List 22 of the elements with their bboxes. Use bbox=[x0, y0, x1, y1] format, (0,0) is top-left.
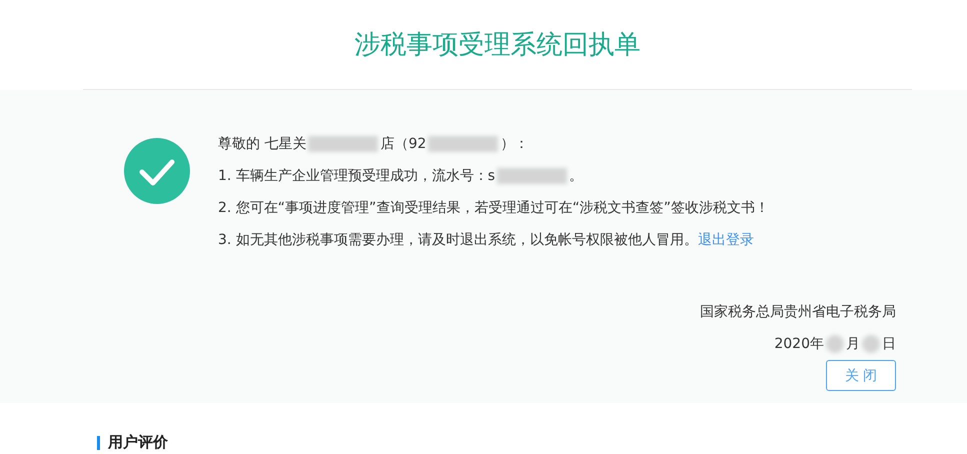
greeting-text: 店（92 bbox=[380, 135, 426, 153]
message-text: 2. 您可在“事项进度管理”查询受理结果，若受理通过可在“涉税文书查签”签收涉税文书！ bbox=[218, 199, 769, 217]
issuer-text: 国家税务总局贵州省电子税务局 bbox=[700, 303, 896, 322]
logout-link[interactable]: 退出登录 bbox=[698, 231, 754, 249]
redaction-blur bbox=[826, 335, 844, 353]
message-text: 1. 车辆生产企业管理预受理成功，流水号：s bbox=[218, 167, 496, 185]
success-check-icon bbox=[124, 138, 190, 204]
greeting-text: ）： bbox=[500, 135, 528, 153]
redaction-blur bbox=[308, 136, 378, 152]
redaction-blur bbox=[862, 335, 880, 353]
date-text: 日 bbox=[882, 335, 896, 353]
message-text: 。 bbox=[569, 167, 584, 185]
message-text: 3. 如无其他涉税事项需要办理，请及时退出系统，以免帐号权限被他人冒用。 bbox=[218, 231, 698, 249]
redaction-blur bbox=[497, 168, 568, 184]
date-text: 月 bbox=[846, 335, 860, 353]
close-button[interactable]: 关 闭 bbox=[826, 360, 896, 391]
redaction-blur bbox=[428, 136, 498, 152]
page-title: 涉税事项受理系统回执单 bbox=[354, 29, 640, 62]
section-title: 用户评价 bbox=[108, 433, 168, 452]
date-text: 2020年 bbox=[774, 335, 824, 353]
section-marker bbox=[97, 436, 100, 450]
greeting-text: 尊敬的 七星关 bbox=[218, 135, 306, 153]
